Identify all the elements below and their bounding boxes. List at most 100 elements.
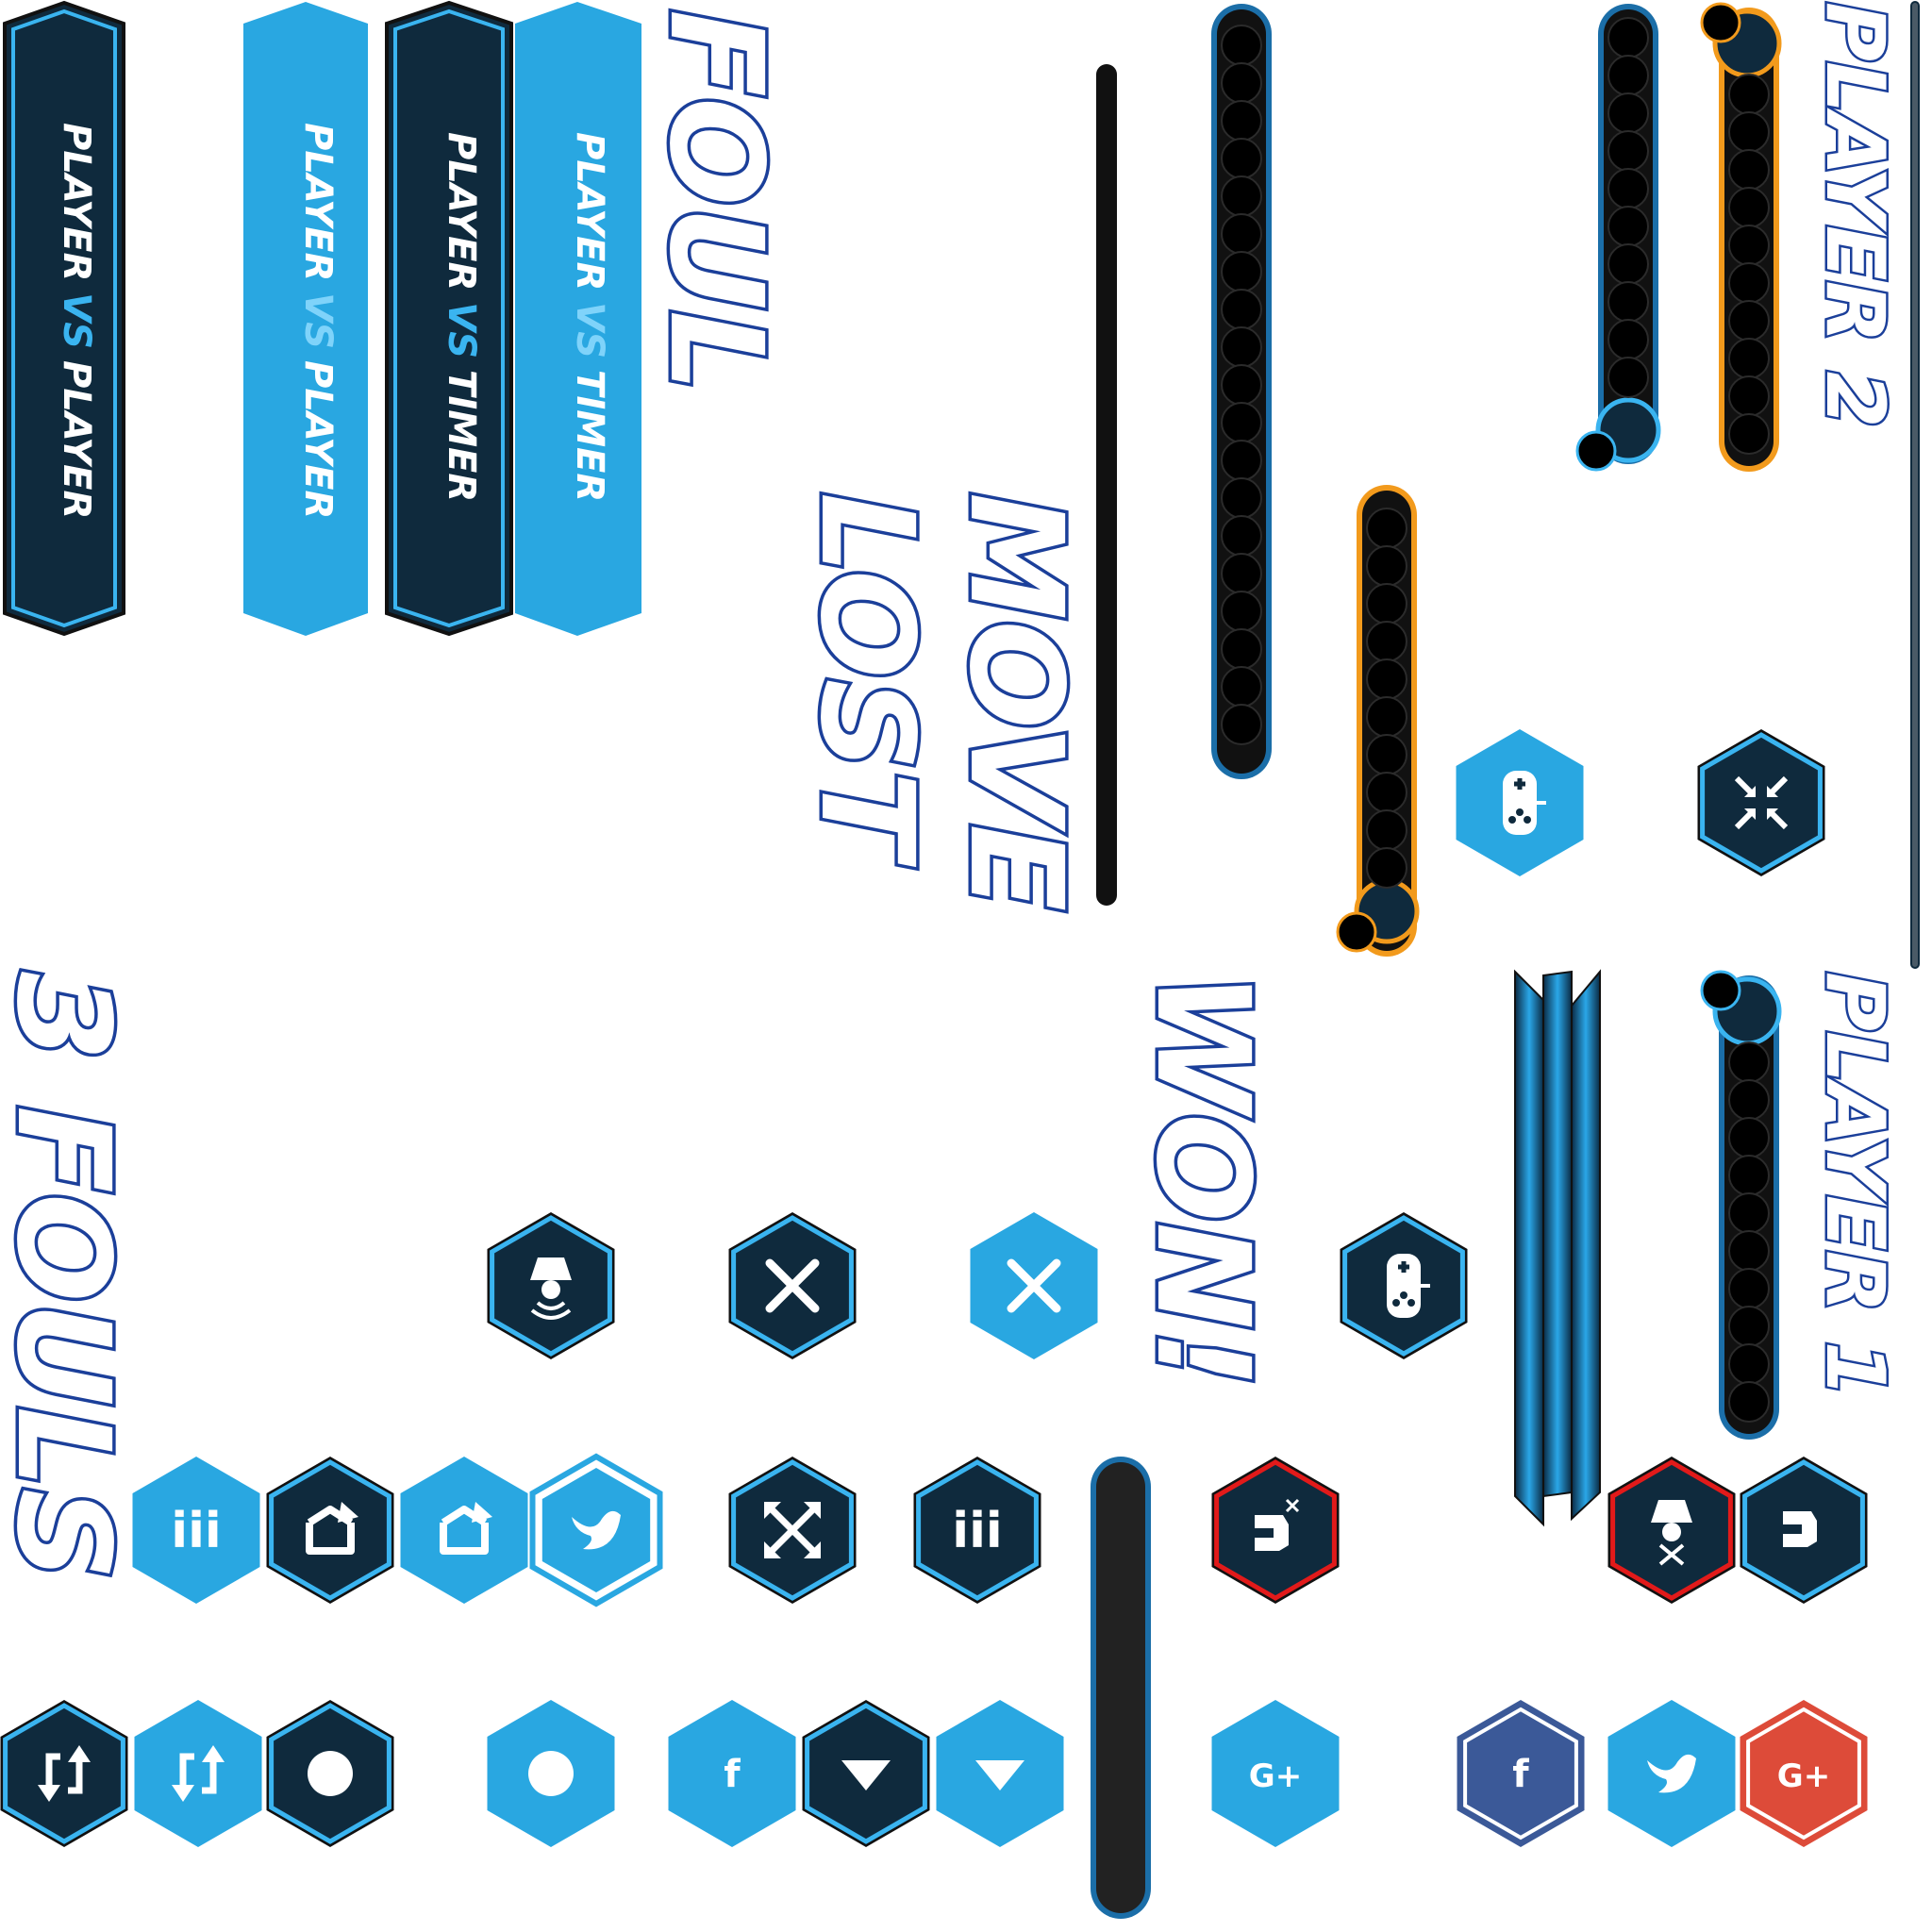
rail-ball-slot (1728, 338, 1770, 379)
rail-ball-slot (1607, 17, 1649, 58)
rail-ball-slot (1221, 704, 1262, 745)
googleplus-button-brand[interactable]: G+ (1740, 1700, 1868, 1847)
banner-line2: PLAYER (296, 360, 340, 519)
rail-ball-slot (1366, 696, 1407, 738)
rail-ball-slot (1728, 1192, 1770, 1234)
rail-ball-slot (1728, 1155, 1770, 1196)
mode-banner-pvp-dark[interactable]: PLAYER VS PLAYER (3, 0, 125, 637)
close-button-light[interactable] (970, 1212, 1098, 1359)
rail-ball-slot (1607, 357, 1649, 398)
rail-ball-slot (1221, 175, 1262, 217)
profile-button-dark[interactable] (487, 1212, 615, 1359)
dropdown-button-light[interactable] (936, 1700, 1064, 1847)
sound-off-button-red[interactable] (1211, 1457, 1340, 1604)
profile-off-button-red[interactable] (1607, 1457, 1736, 1604)
svg-text:iii: iii (952, 1503, 1002, 1559)
mode-banner-pvp-light[interactable]: PLAYER VS PLAYER (243, 2, 368, 636)
facebook-button-light[interactable]: f (668, 1700, 796, 1847)
won-label: WON! (1127, 972, 1276, 1388)
svg-text:f: f (724, 1753, 741, 1796)
rail-end-ball (1336, 911, 1377, 953)
banner-vs: VS (55, 292, 98, 349)
svg-text:G+: G+ (1249, 1757, 1302, 1795)
circle-icon (528, 1751, 574, 1796)
player1-label: PLAYER 1 (1807, 972, 1902, 1398)
gamepad-button-dark[interactable] (1340, 1212, 1468, 1359)
twitter-button-light[interactable] (1607, 1700, 1736, 1847)
mode-banner-pvt-light[interactable]: PLAYER VS TIMER (515, 2, 641, 636)
rail-ball-slot (1221, 666, 1262, 708)
rail-end-ball (1700, 970, 1741, 1011)
banner-vs: VS (296, 292, 340, 349)
pocket-rail-orange-short (1336, 485, 1420, 957)
restart-button-light[interactable] (400, 1457, 528, 1604)
rail-ball-slot (1607, 206, 1649, 247)
rail-ball-slot (1728, 1381, 1770, 1423)
banner-line1: PLAYER (296, 123, 340, 281)
rail-ball-slot (1728, 1117, 1770, 1158)
rail-ball-slot (1221, 62, 1262, 104)
lost-label: LOST (791, 492, 941, 867)
rail-ball-slot (1221, 440, 1262, 481)
svg-text:PLAYERVSTIMER: PLAYER VS TIMER (440, 132, 483, 502)
sprite-atlas: PLAYER VS PLAYER PLAYER VS PLAYER PLAYER VS TI… (0, 0, 1920, 1919)
rail-ball-slot (1728, 1306, 1770, 1347)
power-rail (1091, 1457, 1151, 1919)
facebook-icon: f (724, 1753, 741, 1796)
rail-ball-slot (1728, 149, 1770, 191)
gamepad-button-light[interactable] (1456, 729, 1584, 876)
googleplus-button-light[interactable]: G+ (1211, 1700, 1340, 1847)
pause-icon: iii (952, 1503, 1002, 1559)
rail-ball-slot (1728, 111, 1770, 153)
rail-ball-slot (1366, 772, 1407, 813)
fullscreen-button-dark[interactable] (728, 1457, 857, 1604)
rail-end-ball (1575, 430, 1617, 472)
rail-ball-slot (1221, 477, 1262, 519)
rail-ball-slot (1221, 25, 1262, 66)
rail-ball-slot (1728, 375, 1770, 417)
record-button-light[interactable] (487, 1700, 615, 1847)
googleplus-icon: G+ (1249, 1757, 1302, 1795)
rail-ball-slot (1607, 92, 1649, 134)
banner-vs: VS (568, 302, 611, 358)
close-button-dark[interactable] (728, 1212, 857, 1359)
rail-ball-slot (1728, 187, 1770, 228)
pocket-rail-blue-top (1575, 4, 1661, 472)
swap-button-dark[interactable] (0, 1700, 128, 1847)
rail-ball-slot (1728, 1268, 1770, 1309)
banner-line1: PLAYER (55, 123, 98, 281)
rail-ball-slot (1221, 326, 1262, 368)
rail-ball-slot (1221, 402, 1262, 443)
banner-line1: PLAYER (440, 132, 483, 291)
rail-ball-slot (1366, 658, 1407, 700)
svg-text:f: f (1512, 1753, 1529, 1796)
rail-ball-slot (1221, 553, 1262, 594)
foul-label: FOUL (641, 9, 790, 392)
pause-button-light[interactable]: iii (132, 1457, 260, 1604)
twitter-button-selected[interactable] (529, 1453, 663, 1607)
svg-text:iii: iii (171, 1503, 221, 1559)
rail-ball-slot (1728, 1343, 1770, 1385)
dropdown-button-dark[interactable] (802, 1700, 930, 1847)
rail-end-ball (1700, 2, 1741, 43)
restart-button-dark[interactable] (266, 1457, 394, 1604)
mode-banner-pvt-dark[interactable]: PLAYER VS TIMER (385, 0, 513, 637)
record-button-dark[interactable] (266, 1700, 394, 1847)
collapse-button-dark[interactable] (1697, 729, 1825, 876)
rail-ball-slot (1607, 130, 1649, 172)
banner-line2: TIMER (568, 370, 611, 502)
facebook-button-brand[interactable]: f (1457, 1700, 1585, 1847)
rail-ball-slot (1221, 100, 1262, 142)
rail-ball-slot (1728, 225, 1770, 266)
pause-button-dark[interactable]: iii (913, 1457, 1041, 1604)
swap-button-light[interactable] (134, 1700, 262, 1847)
banner-line2: TIMER (440, 370, 483, 502)
banner-line2: PLAYER (55, 360, 98, 519)
rail-ball-slot (1366, 734, 1407, 775)
sound-button-dark[interactable] (1740, 1457, 1868, 1604)
pocket-rail-blue-long (1211, 4, 1272, 779)
rail-ball-slot (1221, 515, 1262, 557)
rail-ball-slot (1221, 628, 1262, 670)
rail-ball-slot (1366, 583, 1407, 625)
cue-stick (1910, 1, 1920, 969)
